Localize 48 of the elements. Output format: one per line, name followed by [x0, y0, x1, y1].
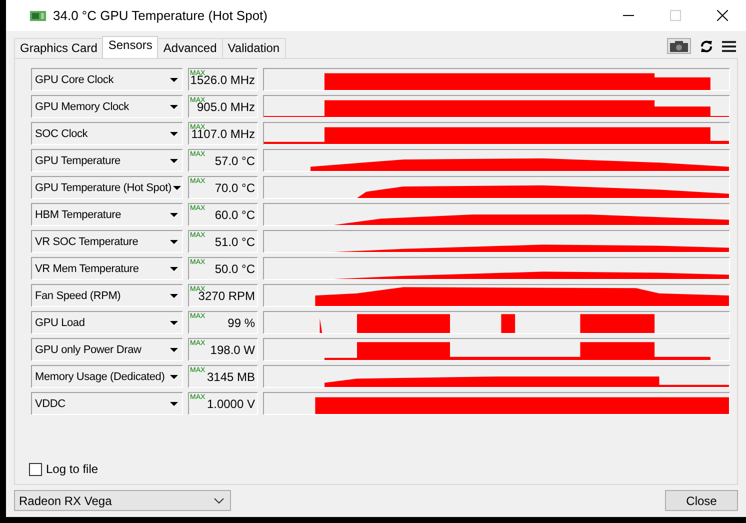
graphics-card-icon	[30, 10, 46, 22]
sensor-dropdown[interactable]: VR SOC Temperature	[31, 230, 183, 253]
sensor-value: 50.0 °C	[214, 262, 255, 276]
sensor-value: 51.0 °C	[214, 234, 255, 248]
caret-icon	[170, 78, 178, 82]
sensor-dropdown[interactable]: GPU Temperature	[31, 149, 183, 172]
sensor-dropdown[interactable]: GPU only Power Draw	[31, 338, 183, 361]
tab[interactable]: Graphics Card	[14, 38, 104, 58]
sensor-dropdown[interactable]: GPU Core Clock	[31, 68, 183, 91]
sensor-value: 99 %	[228, 316, 255, 330]
close-button[interactable]: Close	[665, 490, 738, 511]
sensor-value: 198.0 W	[210, 342, 255, 356]
caret-icon	[173, 186, 182, 190]
sensor-dropdown[interactable]: Fan Speed (RPM)	[31, 284, 183, 307]
sensor-value: 57.0 °C	[214, 154, 255, 168]
sensor-dropdown[interactable]: SOC Clock	[31, 122, 183, 145]
caret-icon	[170, 374, 178, 378]
caret-icon	[170, 158, 178, 162]
sensor-dropdown[interactable]: GPU Temperature (Hot Spot)	[31, 176, 183, 199]
sensor-value: 1.0000 V	[206, 396, 255, 410]
close-icon[interactable]	[717, 10, 728, 21]
caret-icon	[170, 348, 178, 352]
sensor-dropdown[interactable]: HBM Temperature	[31, 203, 183, 226]
sensor-dropdown[interactable]: GPU Memory Clock	[31, 95, 183, 118]
sensor-dropdown[interactable]: VDDC	[31, 392, 183, 415]
window-title: 34.0 °C GPU Temperature (Hot Spot)	[53, 8, 268, 23]
log-to-file-checkbox[interactable]: Log to file	[29, 462, 737, 476]
caret-icon	[170, 294, 178, 298]
sensor-value: 3145 MB	[206, 370, 255, 384]
chevron-icon	[214, 498, 224, 504]
refresh-icon[interactable]	[700, 40, 713, 52]
caret-icon	[170, 212, 178, 216]
sensor-value: 70.0 °C	[214, 180, 255, 194]
sensor-value: 60.0 °C	[214, 208, 255, 222]
menu-icon[interactable]	[722, 40, 736, 52]
sensor-dropdown[interactable]: Memory Usage (Dedicated)	[31, 365, 183, 388]
tab[interactable]: Validation	[222, 38, 286, 58]
caret-icon	[170, 132, 178, 136]
caret-icon	[170, 240, 178, 244]
sensor-dropdown[interactable]: VR Mem Temperature	[31, 257, 183, 280]
sensor-dropdown[interactable]: GPU Load	[31, 311, 183, 334]
camera-button[interactable]	[667, 38, 691, 54]
tab[interactable]: Sensors	[102, 36, 158, 58]
caret-icon	[170, 320, 178, 324]
caret-icon	[170, 104, 178, 108]
caret-icon	[170, 402, 178, 406]
caret-icon	[170, 266, 178, 270]
gpu-dropdown[interactable]: Radeon RX Vega	[14, 490, 231, 511]
